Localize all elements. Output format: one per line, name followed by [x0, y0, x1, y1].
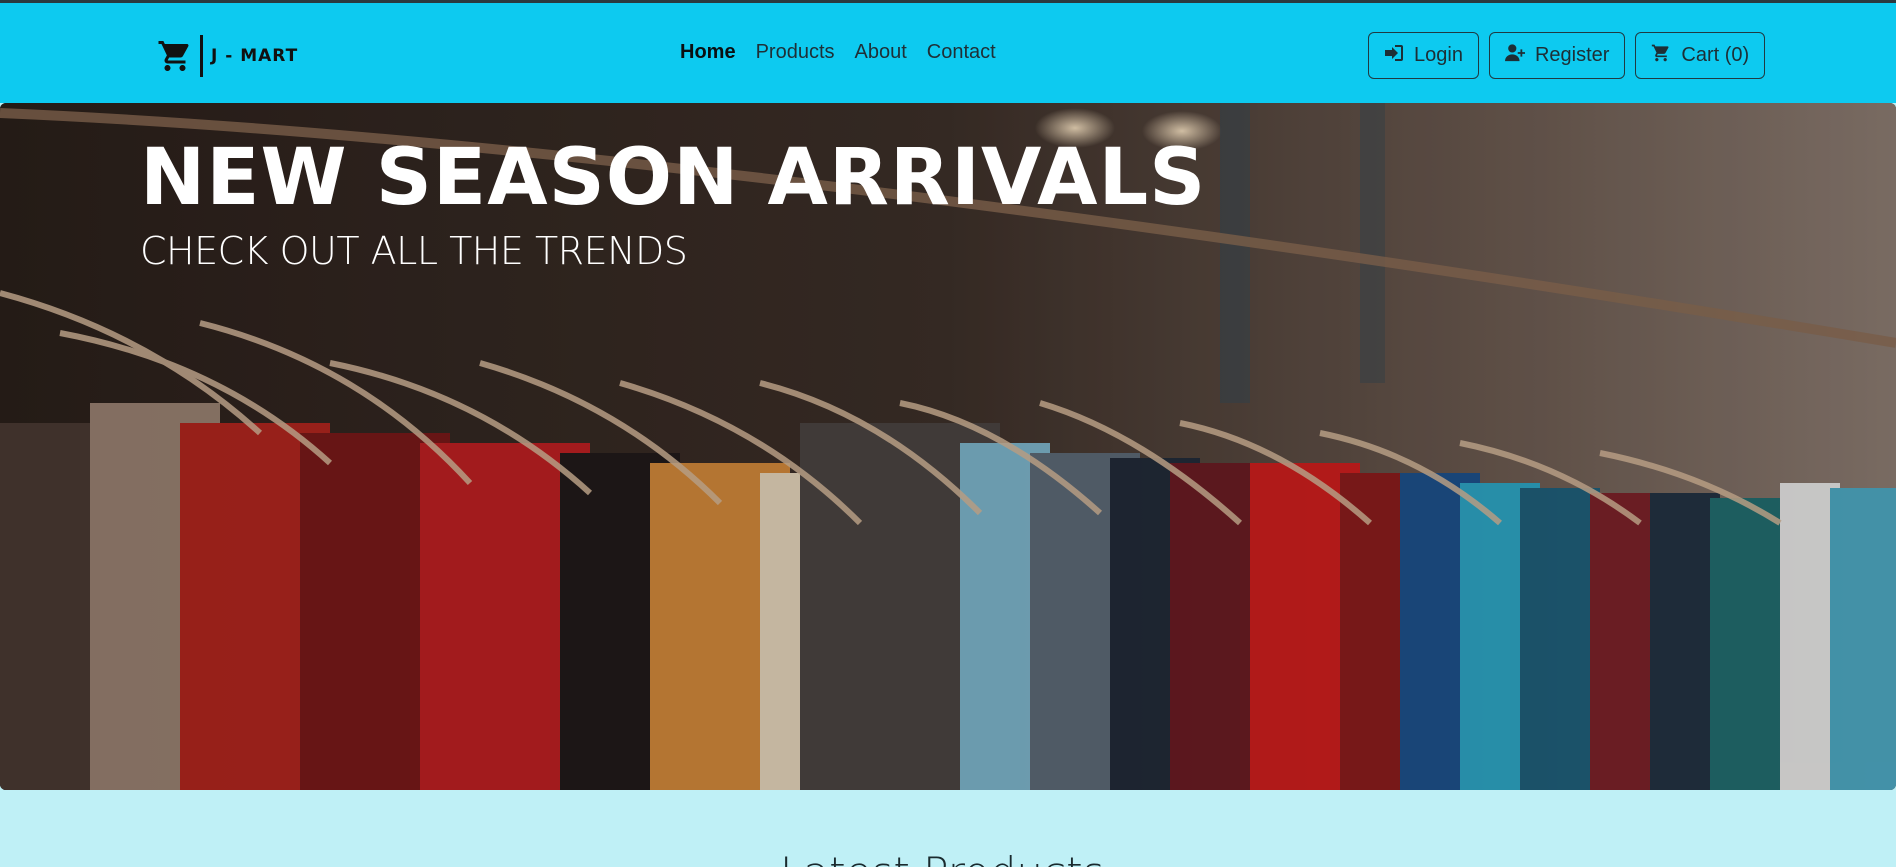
brand-divider — [200, 35, 203, 77]
register-label: Register — [1534, 44, 1610, 66]
hero-title: NEW SEASON ARRIVALS — [140, 133, 1207, 223]
nav-link-products[interactable]: Products — [756, 41, 835, 64]
brand-logo[interactable]: J - MART — [156, 35, 298, 77]
nav-link-contact[interactable]: Contact — [927, 41, 996, 64]
register-button[interactable]: Register — [1488, 32, 1626, 79]
user-plus-icon — [1504, 43, 1525, 69]
hero-subtitle: CHECK OUT ALL THE TRENDS — [140, 229, 688, 273]
hero-banner: NEW SEASON ARRIVALS CHECK OUT ALL THE TR… — [0, 103, 1896, 790]
nav-link-about[interactable]: About — [855, 41, 907, 64]
cart-label: Cart (0) — [1681, 44, 1750, 66]
cart-icon — [156, 37, 194, 75]
brand-name: J - MART — [211, 46, 299, 66]
sign-in-icon — [1384, 43, 1404, 69]
section-title: Latest Products — [780, 848, 1105, 867]
nav-links: Home Products About Contact — [680, 41, 996, 64]
cart-icon — [1651, 43, 1671, 69]
login-button[interactable]: Login — [1368, 32, 1479, 79]
nav-buttons: Login Register Cart (0) — [1368, 32, 1766, 79]
navbar: J - MART Home Products About Contact Log… — [0, 3, 1896, 103]
nav-link-home[interactable]: Home — [680, 41, 736, 64]
login-label: Login — [1414, 44, 1463, 66]
cart-button[interactable]: Cart (0) — [1635, 32, 1766, 79]
